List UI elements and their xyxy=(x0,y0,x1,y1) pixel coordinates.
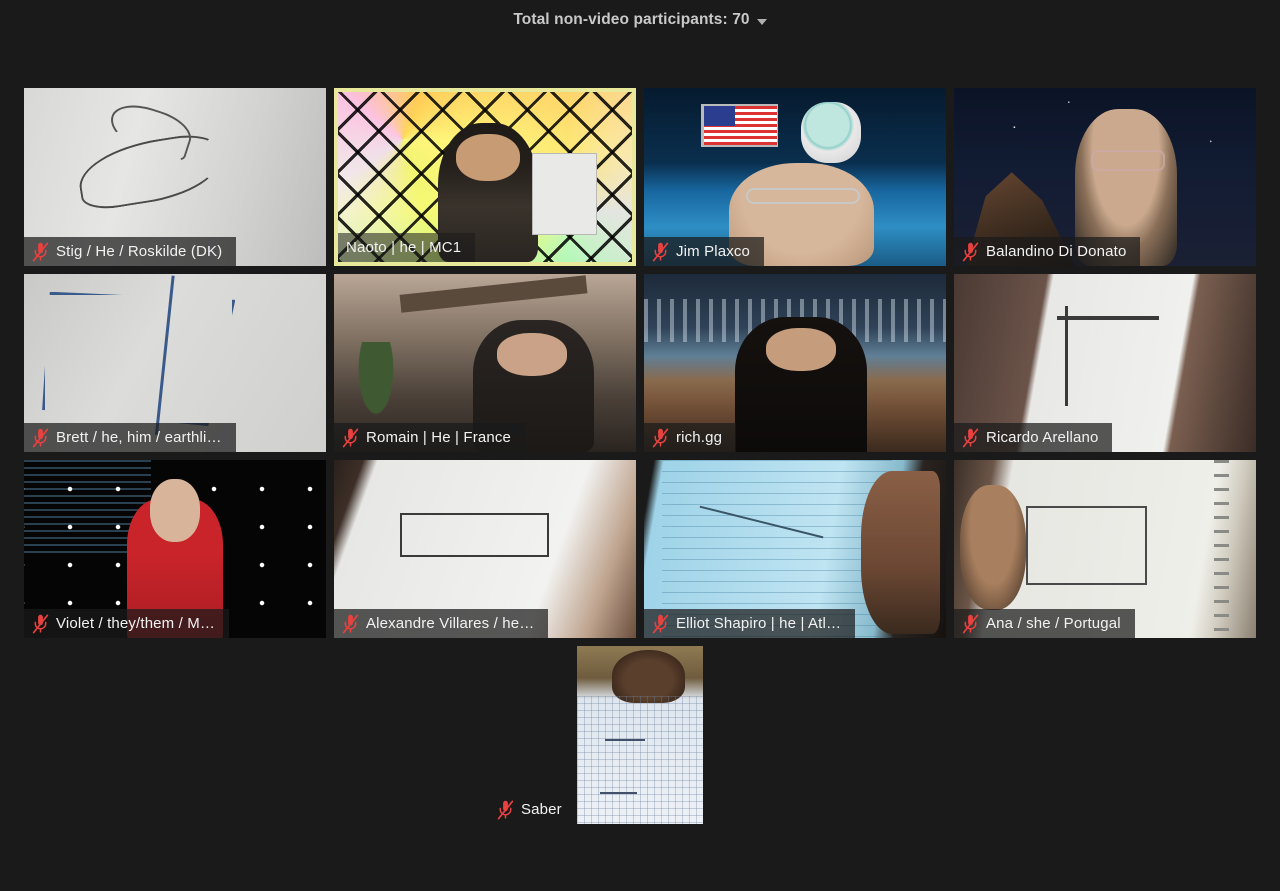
participant-name: Brett / he, him / earthli… xyxy=(56,429,222,446)
participant-name-label: Alexandre Villares / he… xyxy=(334,609,549,638)
participant-name: Elliot Shapiro | he | Atl… xyxy=(676,615,842,632)
video-flag xyxy=(704,105,777,145)
participant-tile[interactable]: Ana / she / Portugal xyxy=(954,460,1256,638)
mic-muted-icon xyxy=(652,242,669,261)
participant-name: Stig / He / Roskilde (DK) xyxy=(56,243,223,260)
video-astronaut xyxy=(801,102,862,163)
participant-tile[interactable]: Violet / they/them / M… xyxy=(24,460,326,638)
video-arrow xyxy=(599,791,638,794)
participant-tile[interactable]: Saber xyxy=(489,646,791,824)
mic-muted-icon xyxy=(962,428,979,447)
mic-muted-icon xyxy=(652,428,669,447)
participant-name-label: rich.gg xyxy=(644,423,737,452)
video-drawing xyxy=(1056,306,1160,406)
participant-name: Jim Plaxco xyxy=(676,243,751,260)
video-plant xyxy=(352,341,401,431)
participant-name: Violet / they/them / M… xyxy=(56,615,216,632)
video-person xyxy=(960,484,1027,610)
participant-row: Stig / He / Roskilde (DK) Naoto | he | M… xyxy=(24,88,1256,266)
participant-name-label: Saber xyxy=(489,795,576,824)
non-video-participants-label: Total non-video participants: 70 xyxy=(513,11,750,28)
mic-muted-icon xyxy=(652,614,669,633)
participant-name: Saber xyxy=(521,801,562,818)
participant-name-label: Romain | He | France xyxy=(334,423,526,452)
participant-tile[interactable]: Ricardo Arellano xyxy=(954,274,1256,452)
participant-name: Alexandre Villares / he… xyxy=(366,615,535,632)
participant-name: Romain | He | France xyxy=(366,429,512,446)
participant-name: Naoto | he | MC1 xyxy=(346,239,462,256)
participant-row: Saber xyxy=(24,646,1256,824)
participant-name-label: Violet / they/them / M… xyxy=(24,609,230,638)
mic-muted-icon xyxy=(32,242,49,261)
video-hand xyxy=(861,470,940,635)
video-drawing xyxy=(1026,506,1148,585)
participant-name: Ana / she / Portugal xyxy=(986,615,1121,632)
mic-muted-icon xyxy=(962,614,979,633)
video-feed xyxy=(577,646,703,824)
participant-tile[interactable]: Romain | He | France xyxy=(334,274,636,452)
participant-tile[interactable]: rich.gg xyxy=(644,274,946,452)
video-notebook-spiral xyxy=(1213,460,1229,638)
participant-name-label: Stig / He / Roskilde (DK) xyxy=(24,237,237,266)
video-person xyxy=(734,316,868,452)
non-video-participants-header[interactable]: Total non-video participants: 70 xyxy=(0,0,1280,40)
participant-name-label: Balandino Di Donato xyxy=(954,237,1141,266)
participant-name-label: Elliot Shapiro | he | Atl… xyxy=(644,609,856,638)
mic-muted-icon xyxy=(342,428,359,447)
participant-name-label: Ana / she / Portugal xyxy=(954,609,1135,638)
video-pillarbox xyxy=(577,646,703,824)
participant-tile[interactable]: Stig / He / Roskilde (DK) xyxy=(24,88,326,266)
participant-row: Violet / they/them / M… Alexandre Villar… xyxy=(24,460,1256,638)
video-paper xyxy=(532,153,597,235)
participant-name-label: Naoto | he | MC1 xyxy=(338,233,476,262)
video-beam xyxy=(400,274,589,313)
mic-muted-icon xyxy=(497,800,514,819)
participant-row: Brett / he, him / earthli… Romain | He |… xyxy=(24,274,1256,452)
mic-muted-icon xyxy=(962,242,979,261)
participant-tile[interactable]: Alexandre Villares / he… xyxy=(334,460,636,638)
participant-tile[interactable]: Balandino Di Donato xyxy=(954,88,1256,266)
participant-tile[interactable]: Brett / he, him / earthli… xyxy=(24,274,326,452)
participant-name-label: Ricardo Arellano xyxy=(954,423,1113,452)
participant-name: Balandino Di Donato xyxy=(986,243,1127,260)
mic-muted-icon xyxy=(342,614,359,633)
participant-name: Ricardo Arellano xyxy=(986,429,1099,446)
participant-tile[interactable]: Jim Plaxco xyxy=(644,88,946,266)
chevron-down-icon[interactable] xyxy=(756,18,767,25)
participant-name-label: Jim Plaxco xyxy=(644,237,765,266)
participant-tile[interactable]: Elliot Shapiro | he | Atl… xyxy=(644,460,946,638)
video-graph-paper xyxy=(577,695,703,824)
video-arrow xyxy=(604,738,646,741)
participant-name-label: Brett / he, him / earthli… xyxy=(24,423,236,452)
mic-muted-icon xyxy=(32,428,49,447)
mic-muted-icon xyxy=(32,614,49,633)
participant-grid: Stig / He / Roskilde (DK) Naoto | he | M… xyxy=(24,88,1256,832)
participant-name: rich.gg xyxy=(676,429,723,446)
participant-tile-active-speaker[interactable]: Naoto | he | MC1 xyxy=(334,88,636,266)
zoom-gallery-view: Total non-video participants: 70 Stig / … xyxy=(0,0,1280,891)
